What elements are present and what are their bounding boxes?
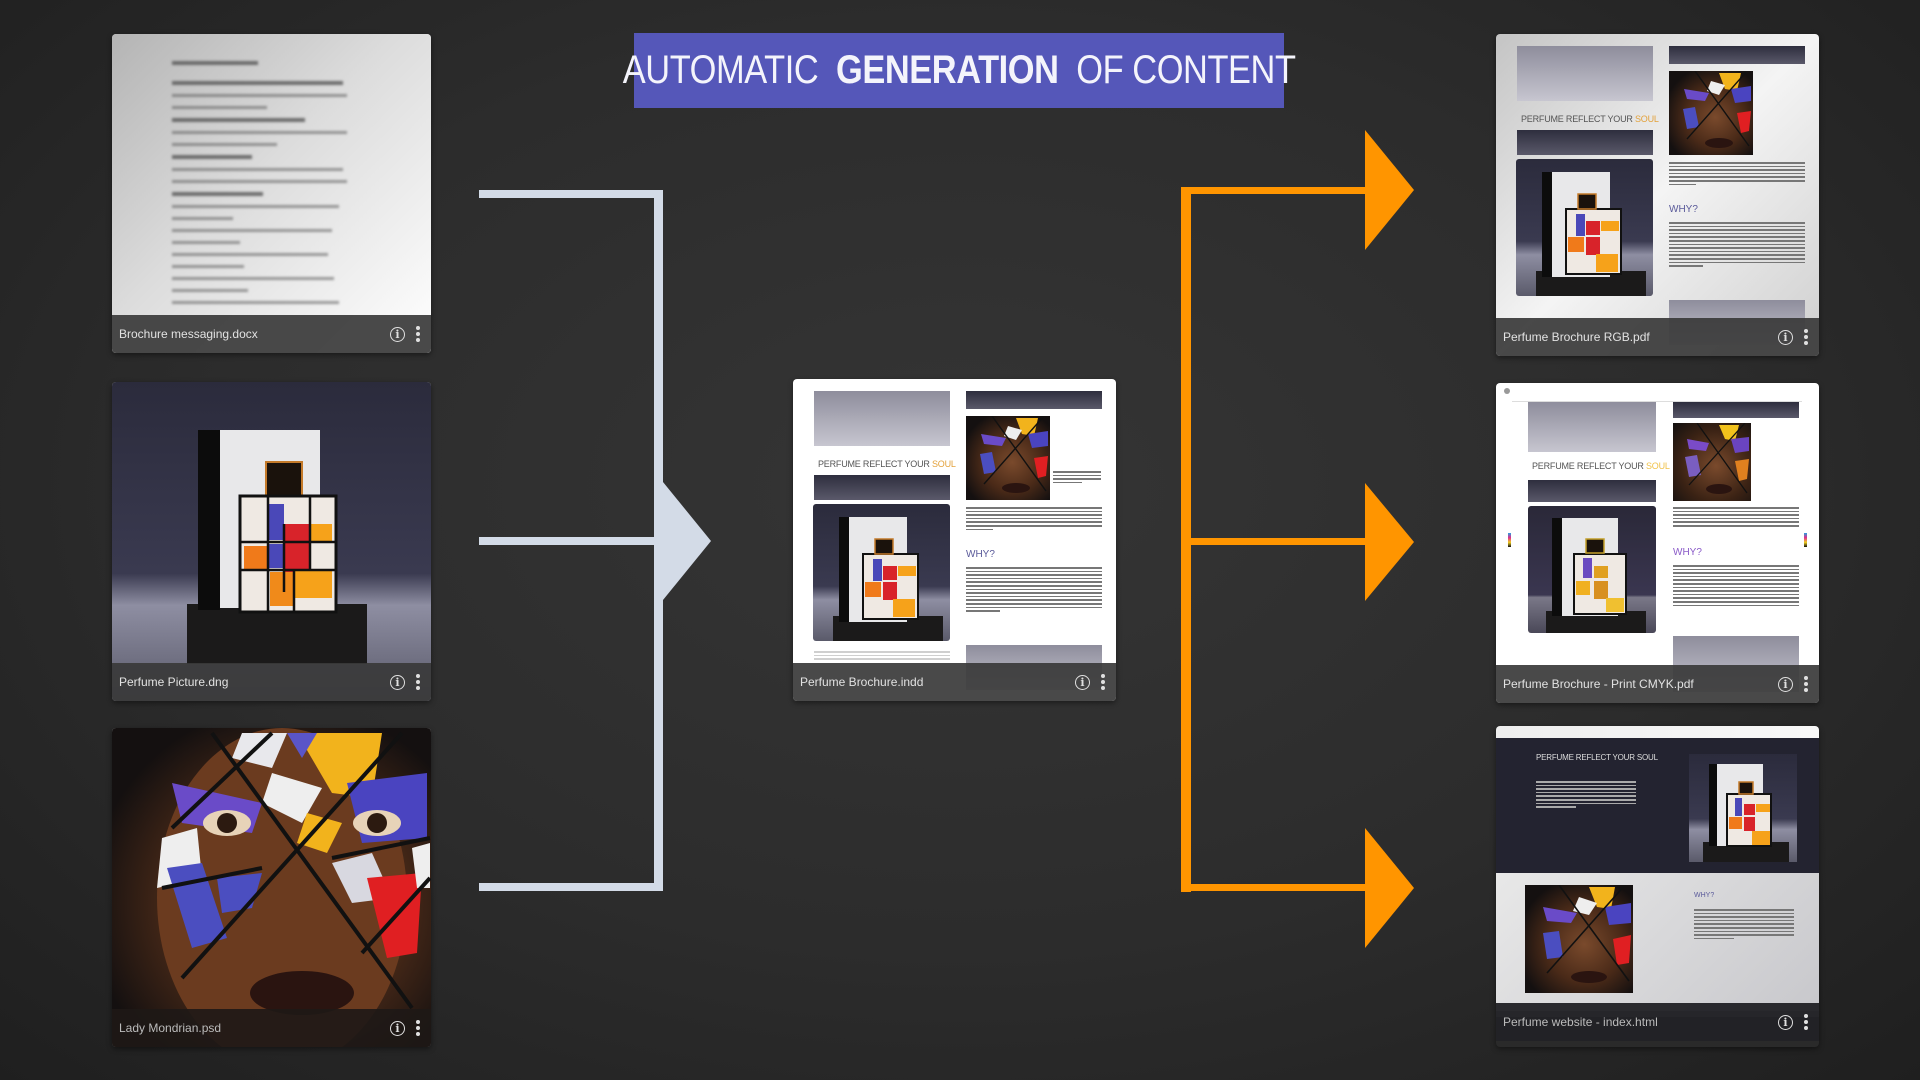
output-line-3 bbox=[1181, 884, 1366, 891]
center-card-indd[interactable]: PERFUME REFLECT YOUR SOUL WHY? Perfume B… bbox=[793, 379, 1116, 701]
more-options-icon[interactable] bbox=[415, 1020, 421, 1036]
file-name: Perfume Brochure - Print CMYK.pdf bbox=[1503, 677, 1694, 691]
card-footer: Perfume Brochure RGB.pdf i bbox=[1496, 318, 1819, 356]
brochure-subheading: WHY? bbox=[1673, 547, 1702, 558]
input-line-1 bbox=[479, 190, 663, 198]
input-bracket bbox=[479, 190, 711, 891]
info-icon[interactable]: i bbox=[1778, 1014, 1793, 1030]
brochure-thumbnail: PERFUME REFLECT YOUR SOUL WHY? bbox=[793, 379, 1116, 701]
output-line-1 bbox=[1181, 187, 1366, 194]
info-icon[interactable]: i bbox=[1075, 674, 1090, 690]
more-options-icon[interactable] bbox=[415, 326, 421, 342]
mondrian-face-photo bbox=[112, 728, 431, 1047]
card-footer: Brochure messaging.docx i bbox=[112, 315, 431, 353]
card-footer: Perfume website - index.html i bbox=[1496, 1003, 1819, 1041]
input-card-dng[interactable]: Perfume Picture.dng i bbox=[112, 382, 431, 701]
info-icon[interactable]: i bbox=[1778, 676, 1793, 692]
output-card-rgb-pdf[interactable]: PERFUME REFLECT YOUR SOUL WHY? Perfume B… bbox=[1496, 34, 1819, 356]
more-options-icon[interactable] bbox=[1803, 329, 1809, 345]
file-name: Perfume website - index.html bbox=[1503, 1015, 1658, 1029]
input-card-docx[interactable]: Brochure messaging.docx i bbox=[112, 34, 431, 353]
output-card-html[interactable]: PERFUME REFLECT YOUR SOUL WHY? Perfume w… bbox=[1496, 726, 1819, 1047]
more-options-icon[interactable] bbox=[1803, 676, 1809, 692]
merge-arrowhead bbox=[663, 482, 711, 600]
document-thumbnail bbox=[112, 34, 431, 353]
output-arrowhead-2 bbox=[1365, 483, 1414, 601]
card-footer: Perfume Picture.dng i bbox=[112, 663, 431, 701]
output-arrowhead-1 bbox=[1365, 130, 1414, 250]
more-options-icon[interactable] bbox=[1803, 1014, 1809, 1030]
input-vertical bbox=[654, 190, 663, 891]
file-name: Perfume Brochure RGB.pdf bbox=[1503, 330, 1650, 344]
brochure-headline: PERFUME REFLECT YOUR SOUL bbox=[1521, 114, 1659, 124]
perfume-photo bbox=[112, 382, 431, 701]
output-bracket bbox=[1181, 130, 1414, 948]
card-footer: Perfume Brochure.indd i bbox=[793, 663, 1116, 701]
brochure-headline: PERFUME REFLECT YOUR SOUL bbox=[1532, 461, 1670, 471]
website-headline: PERFUME REFLECT YOUR SOUL bbox=[1536, 753, 1658, 762]
rgb-pdf-thumbnail: PERFUME REFLECT YOUR SOUL WHY? bbox=[1496, 34, 1819, 356]
website-thumbnail: PERFUME REFLECT YOUR SOUL WHY? bbox=[1496, 726, 1819, 1047]
info-icon[interactable]: i bbox=[390, 674, 405, 690]
output-card-cmyk-pdf[interactable]: PERFUME REFLECT YOUR SOUL WHY? Perfume B… bbox=[1496, 383, 1819, 703]
info-icon[interactable]: i bbox=[1778, 329, 1793, 345]
input-card-psd[interactable]: Lady Mondrian.psd i bbox=[112, 728, 431, 1047]
output-arrowhead-3 bbox=[1365, 828, 1414, 948]
more-options-icon[interactable] bbox=[1100, 674, 1106, 690]
website-subheading: WHY? bbox=[1694, 892, 1715, 899]
more-options-icon[interactable] bbox=[415, 674, 421, 690]
brochure-headline: PERFUME REFLECT YOUR SOUL bbox=[818, 459, 956, 469]
file-name: Perfume Brochure.indd bbox=[800, 675, 924, 689]
card-footer: Lady Mondrian.psd i bbox=[112, 1009, 431, 1047]
file-name: Lady Mondrian.psd bbox=[119, 1021, 222, 1035]
info-icon[interactable]: i bbox=[390, 326, 405, 342]
input-line-2 bbox=[479, 537, 663, 545]
card-footer: Perfume Brochure - Print CMYK.pdf i bbox=[1496, 665, 1819, 703]
info-icon[interactable]: i bbox=[390, 1020, 405, 1036]
input-line-3 bbox=[479, 883, 663, 891]
cmyk-pdf-thumbnail: PERFUME REFLECT YOUR SOUL WHY? bbox=[1496, 383, 1819, 703]
brochure-subheading: WHY? bbox=[966, 549, 995, 560]
output-line-2 bbox=[1181, 538, 1366, 545]
brochure-subheading: WHY? bbox=[1669, 204, 1698, 215]
file-name: Brochure messaging.docx bbox=[119, 327, 258, 341]
file-name: Perfume Picture.dng bbox=[119, 675, 229, 689]
